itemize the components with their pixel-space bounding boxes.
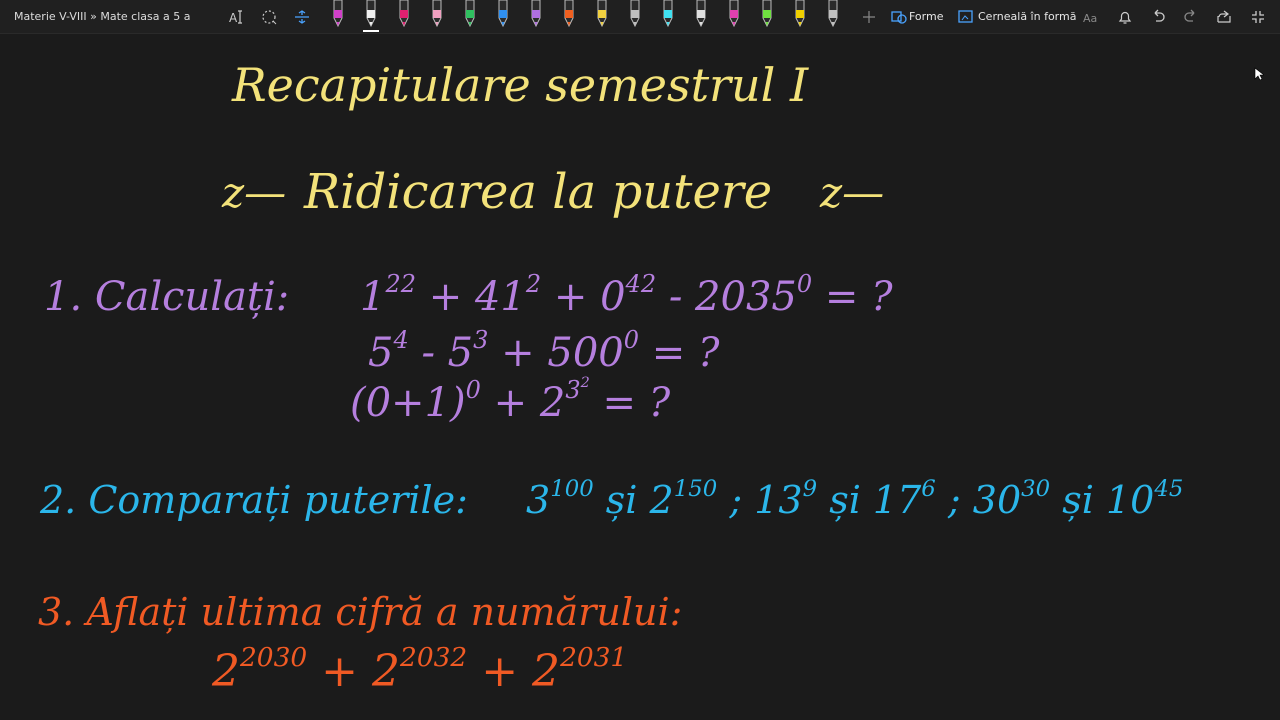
pen-tool-3[interactable] [396, 0, 412, 30]
pen-tool-1[interactable] [330, 0, 346, 30]
pen-tool-9[interactable] [594, 0, 610, 30]
ex2-exp-2: 150 [673, 475, 718, 502]
ex1-l1-exp-1: 22 [385, 270, 416, 298]
redo-icon[interactable] [1180, 6, 1202, 28]
pen-tool-7[interactable] [528, 0, 544, 30]
exercise-2-items: 3100 și 2150 ; 139 și 176 ; 3030 și 1045 [526, 478, 1183, 522]
ex1-l1-base-2: + 41 [428, 274, 526, 320]
pen-tool-5[interactable] [462, 0, 478, 30]
pen-tool-14[interactable] [759, 0, 775, 30]
ex1-l3-exp-2-base: 3 [565, 376, 581, 404]
ex2-exp-3: 9 [802, 475, 818, 502]
title-deco-right-text: z [820, 168, 843, 217]
ex1-l1-exp-2: 2 [525, 270, 542, 298]
ink-to-text-icon[interactable]: Aa [1080, 6, 1102, 28]
exit-fullscreen-icon[interactable] [1247, 6, 1269, 28]
exercise-1-label: 1. Calculați: [44, 274, 290, 320]
shapes-label[interactable]: Forme [909, 10, 943, 23]
ex3-exp-1: 2030 [240, 642, 308, 674]
pen-tool-6[interactable] [495, 0, 511, 30]
ex2-base-4: și 17 [829, 478, 922, 522]
pen-tool-8[interactable] [561, 0, 577, 30]
exercise-3-label: 3. Aflați ultima cifră a numărului: [38, 590, 683, 634]
ex1-l2-result: = ? [651, 330, 720, 376]
title-deco-left: z— [222, 168, 287, 217]
toolbar: Materie V-VIII » Mate clasa a 5 a A Form… [0, 0, 1280, 34]
ex2-base-6: și 10 [1062, 478, 1155, 522]
ex3-base-3: + 2 [481, 646, 561, 697]
title-line-1: Recapitulare semestrul I [232, 58, 809, 112]
ex1-l2-exp-2: 3 [473, 326, 489, 354]
mouse-cursor-icon [1254, 66, 1265, 85]
title-deco-left-text: z [222, 168, 245, 217]
undo-icon[interactable] [1147, 6, 1169, 28]
ex1-l3-exp-1: 0 [465, 376, 481, 404]
ex2-exp-6: 45 [1154, 475, 1184, 502]
ex2-exp-5: 30 [1021, 475, 1051, 502]
insert-space-icon[interactable] [291, 6, 313, 28]
ex2-base-5: ; 30 [947, 478, 1022, 522]
add-pen-icon[interactable] [858, 6, 880, 28]
pen-tool-10[interactable] [627, 0, 643, 30]
share-icon[interactable] [1213, 6, 1235, 28]
svg-text:Aa: Aa [1083, 12, 1097, 25]
ex1-l3-exp-2-exp: 2 [580, 375, 590, 392]
ex2-base-3: ; 13 [729, 478, 803, 522]
ex1-l3-base-2: + 2 [493, 380, 566, 426]
notifications-icon[interactable] [1114, 6, 1136, 28]
ink-to-shape-icon[interactable] [955, 6, 977, 28]
pen-tool-15[interactable] [792, 0, 808, 30]
note-canvas[interactable]: Recapitulare semestrul I z— Ridicarea la… [0, 34, 1280, 720]
ex1-l2-base-1: 5 [368, 330, 394, 376]
ex1-l1-result: = ? [824, 274, 893, 320]
ink-to-shape-label[interactable]: Cerneală în formă [978, 10, 1076, 23]
pen-tool-4[interactable] [429, 0, 445, 30]
ex3-base-1: 2 [212, 646, 240, 697]
ex3-exp-2: 2032 [400, 642, 468, 674]
ex1-l2-exp-1: 4 [393, 326, 409, 354]
ex1-l1-base-1: 1 [360, 274, 386, 320]
pen-tool-16[interactable] [825, 0, 841, 30]
lasso-select-icon[interactable]: A [226, 6, 248, 28]
title-deco-right: z— [820, 168, 885, 217]
exercise-2-label: 2. Comparați puterile: [40, 478, 468, 522]
exercise-3-expression: 22030 + 22032 + 22031 [212, 645, 627, 697]
ex1-l3-base-1: (0+1) [350, 380, 466, 426]
ex1-l3-exp-2: 32 [565, 376, 589, 404]
ex3-base-2: + 2 [321, 646, 401, 697]
pen-tool-12[interactable] [693, 0, 709, 30]
ex1-l2-base-2: - 5 [421, 330, 474, 376]
exercise-1-line-1: 122 + 412 + 042 - 20350 = ? [360, 272, 893, 320]
ex2-base-2: și 2 [605, 478, 674, 522]
breadcrumb[interactable]: Materie V-VIII » Mate clasa a 5 a [14, 10, 190, 23]
ex1-l1-base-4: - 2035 [668, 274, 797, 320]
add-space-icon[interactable] [258, 6, 280, 28]
ex3-exp-3: 2031 [560, 642, 628, 674]
ex1-l1-base-3: + 0 [553, 274, 626, 320]
pen-tool-11[interactable] [660, 0, 676, 30]
ex2-exp-4: 6 [921, 475, 936, 502]
ex1-l3-result: = ? [602, 380, 671, 426]
exercise-1-line-3: (0+1)0 + 232 = ? [350, 376, 671, 426]
shapes-icon[interactable] [888, 6, 910, 28]
title-line-2: Ridicarea la putere [304, 164, 773, 220]
ex1-l2-base-3: + 500 [501, 330, 624, 376]
pen-tool-2[interactable] [363, 0, 379, 32]
ex1-l2-exp-3: 0 [623, 326, 639, 354]
ex1-l1-exp-3: 42 [625, 270, 657, 298]
exercise-1-line-2: 54 - 53 + 5000 = ? [368, 328, 720, 376]
svg-text:A: A [229, 11, 238, 25]
ex1-l1-exp-4: 0 [796, 270, 813, 298]
ex2-base-1: 3 [526, 478, 551, 522]
pen-tool-13[interactable] [726, 0, 742, 30]
ex2-exp-1: 100 [550, 475, 594, 502]
